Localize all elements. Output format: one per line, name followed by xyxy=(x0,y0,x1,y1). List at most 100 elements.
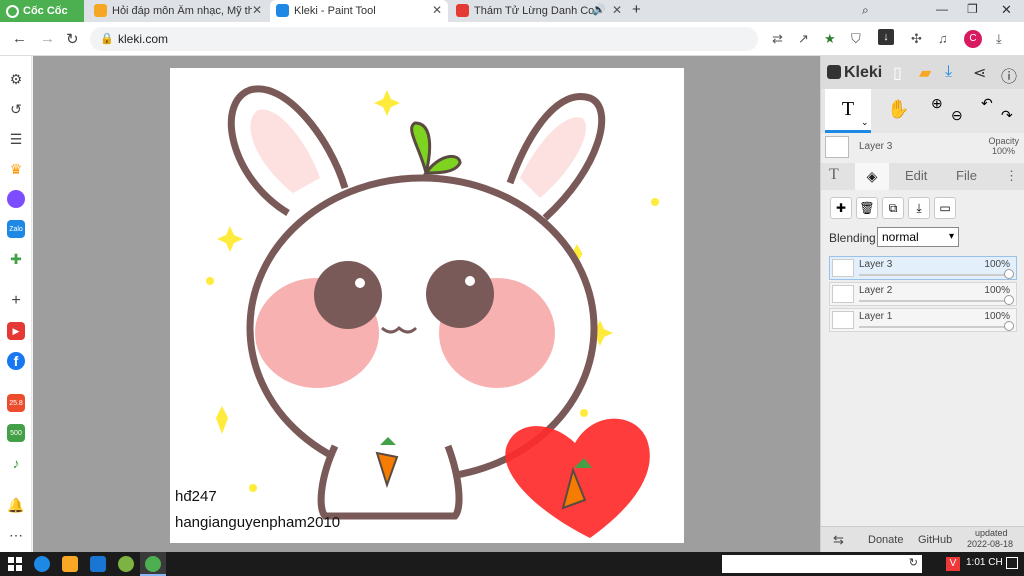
more-icon[interactable]: ⋯ xyxy=(7,526,25,544)
tab-kleki[interactable]: Kleki - Paint Tool ✕ xyxy=(270,0,448,22)
add-layer-button[interactable]: ✚ xyxy=(830,197,852,219)
translate-icon[interactable]: ⇄ xyxy=(772,31,783,47)
coccoc-taskbar-icon[interactable] xyxy=(118,556,134,572)
speaker-icon[interactable]: 🔊 xyxy=(592,3,606,16)
share-icon[interactable]: ⋖ xyxy=(973,63,986,83)
crown-icon[interactable]: ♛ xyxy=(7,160,25,178)
opacity-slider[interactable] xyxy=(859,300,1009,302)
history-icon[interactable]: ↺ xyxy=(7,100,25,118)
forward-icon[interactable]: → xyxy=(40,30,55,47)
reading-list-icon[interactable]: ☰ xyxy=(7,130,25,148)
layer-thumbnail xyxy=(832,259,854,277)
hand-tool-icon[interactable]: ✋ xyxy=(887,99,909,120)
music-icon[interactable]: ♪ xyxy=(7,454,25,472)
close-icon[interactable]: ✕ xyxy=(432,3,442,17)
kleki-logo[interactable]: Kleki xyxy=(827,64,882,82)
open-folder-icon[interactable]: ▰ xyxy=(919,63,931,83)
zoom-out-icon[interactable]: ⊖ xyxy=(951,107,963,124)
url-text: kleki.com xyxy=(118,32,169,46)
extensions-icon[interactable]: ✣ xyxy=(911,31,922,47)
messenger-icon[interactable] xyxy=(7,190,25,208)
media-icon[interactable]: ♫ xyxy=(938,31,948,46)
rename-layer-button[interactable]: ▭ xyxy=(934,197,956,219)
settings-icon[interactable]: ⚙ xyxy=(7,70,25,88)
close-icon[interactable]: ✕ xyxy=(612,3,622,17)
more-options-icon[interactable]: ⋮ xyxy=(1005,168,1018,184)
opacity-slider[interactable] xyxy=(859,326,1009,328)
new-tab-icon[interactable]: + xyxy=(632,1,641,18)
updated-label: updated xyxy=(975,528,1008,538)
shopee-icon[interactable]: 25.8 xyxy=(7,394,25,412)
file-explorer-icon[interactable] xyxy=(62,556,78,572)
vivaldi-icon[interactable]: V xyxy=(946,557,960,571)
layer-row[interactable]: Layer 3 100% xyxy=(829,256,1017,280)
zalo-icon[interactable]: Zalo xyxy=(7,220,25,238)
restore-icon[interactable]: ❐ xyxy=(967,2,978,16)
layer-name: Layer 1 xyxy=(859,311,893,322)
opacity-slider-handle[interactable] xyxy=(1004,269,1014,279)
tab-youtube[interactable]: Thám Tử Lừng Danh Con 🔊 ✕ xyxy=(450,0,628,22)
undo-icon[interactable]: ↶ xyxy=(981,95,993,112)
layer-row[interactable]: Layer 1 100% xyxy=(829,308,1017,332)
edge-icon[interactable] xyxy=(34,556,50,572)
blending-select[interactable]: normal ▾ xyxy=(877,227,959,247)
left-eye xyxy=(314,261,382,329)
bookmark-star-icon[interactable]: ★ xyxy=(824,31,836,47)
downloads-icon[interactable]: ⤓ xyxy=(996,31,1002,47)
help-icon[interactable]: ⓘ xyxy=(1001,63,1017,87)
coccoc-active-icon[interactable] xyxy=(145,556,161,572)
opacity-slider-handle[interactable] xyxy=(1004,321,1014,331)
signature-line-2: hangianguyenpham2010 xyxy=(175,514,341,531)
facebook-icon[interactable]: f xyxy=(7,352,25,370)
shield-icon[interactable]: ⛉ xyxy=(851,31,861,47)
search-tabs-icon[interactable]: ⌕ xyxy=(862,3,869,18)
tool-row: T ⌄ ✋ ⊕ ⊖ ↶ ↷ xyxy=(821,89,1024,133)
new-image-icon[interactable]: ▯ xyxy=(893,63,902,83)
tab-file[interactable]: File xyxy=(956,168,977,183)
download-icon[interactable]: ⤓ xyxy=(945,63,952,81)
back-icon[interactable]: ← xyxy=(12,30,27,47)
donate-link[interactable]: Donate xyxy=(868,534,903,546)
youtube-icon[interactable]: ▶ xyxy=(7,322,25,340)
close-icon[interactable]: ✕ xyxy=(252,3,262,17)
window-close-icon[interactable]: ✕ xyxy=(1001,2,1012,18)
taskbar-search[interactable]: ↻ xyxy=(722,555,922,573)
address-bar[interactable]: 🔒 kleki.com xyxy=(90,27,758,51)
tab-layers[interactable]: ◈ xyxy=(855,163,889,190)
delete-layer-button[interactable]: 🗑 xyxy=(856,197,878,219)
chevron-down-icon[interactable]: ⌄ xyxy=(861,117,869,128)
duplicate-layer-button[interactable]: ⧉ xyxy=(882,197,904,219)
browser-logo[interactable]: Cốc Cốc xyxy=(0,0,84,22)
tab-text-tool[interactable]: T xyxy=(829,166,839,184)
zoom-in-icon[interactable]: ⊕ xyxy=(931,95,943,112)
tab-edit[interactable]: Edit xyxy=(905,168,927,183)
current-layer-thumbnail xyxy=(825,136,849,158)
notification-icon[interactable] xyxy=(1006,557,1018,569)
opacity-value: 100% xyxy=(991,146,1015,156)
browser-brand: Cốc Cốc xyxy=(23,5,68,17)
canvas-area[interactable]: hđ247 hangianguyenpham2010 xyxy=(33,56,820,552)
add-sidebar-icon[interactable]: + xyxy=(7,292,25,310)
current-layer-name: Layer 3 xyxy=(859,141,893,152)
opacity-slider-handle[interactable] xyxy=(1004,295,1014,305)
game-icon[interactable]: ✚ xyxy=(7,250,25,268)
merge-layer-button[interactable]: ⤓ xyxy=(908,197,930,219)
redo-icon[interactable]: ↷ xyxy=(1001,107,1013,124)
notification-bell-icon[interactable]: 🔔 xyxy=(7,496,25,514)
github-link[interactable]: GitHub xyxy=(918,534,952,546)
windows-start-icon[interactable] xyxy=(8,557,22,571)
minimize-icon[interactable]: — xyxy=(936,2,948,16)
zalo-taskbar-icon[interactable] xyxy=(90,556,106,572)
coupon-icon[interactable]: 500 xyxy=(7,424,25,442)
opacity-slider[interactable] xyxy=(859,274,1009,276)
layer-row[interactable]: Layer 2 100% xyxy=(829,282,1017,306)
share-icon[interactable]: ↗ xyxy=(798,31,809,47)
refresh-icon[interactable]: ↻ xyxy=(909,556,918,569)
drawing-canvas[interactable]: hđ247 hangianguyenpham2010 xyxy=(170,68,684,543)
layer-opacity: 100% xyxy=(984,285,1010,296)
profile-avatar[interactable]: C xyxy=(964,30,982,48)
download-page-icon[interactable]: ↓ xyxy=(878,29,894,45)
swap-sides-icon[interactable]: ⇆ xyxy=(833,532,844,548)
tab-hoidap[interactable]: Hỏi đáp môn Âm nhạc, Mỹ th ✕ xyxy=(88,0,268,22)
reload-icon[interactable]: ↻ xyxy=(66,30,79,48)
